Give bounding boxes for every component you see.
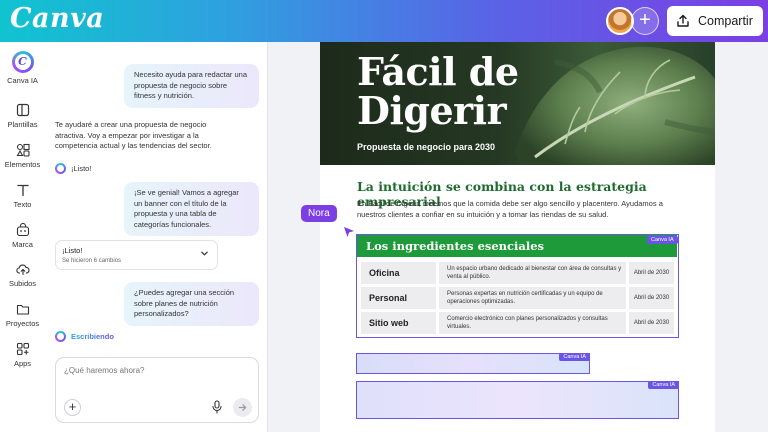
status-title: ¡Listo! [62, 246, 83, 255]
assistant-message-1: Te ayudaré a crear una propuesta de nego… [55, 120, 212, 150]
canva-ia-icon: C [11, 51, 34, 73]
templates-icon [16, 103, 29, 117]
row-description: Comercio electrónico con planes personal… [439, 312, 626, 334]
user-avatar[interactable] [606, 7, 634, 35]
table-row: Oficina Un espacio urbano dedicado al bi… [361, 262, 674, 284]
rail-item-elements[interactable]: Elementos [0, 143, 45, 169]
left-rail: C Canva IA Plantillas Elementos Texto Ma… [0, 42, 45, 432]
brand-icon [16, 223, 29, 237]
canva-ia-icon [55, 163, 66, 174]
apps-icon [16, 342, 29, 356]
user-message-2: ¡Se ve genial! Vamos a agregar un banner… [124, 182, 259, 236]
text-icon [16, 184, 29, 197]
hero-banner[interactable]: Fácil de Digerir Propuesta de negocio pa… [320, 42, 715, 165]
table-header: Los ingredientes esenciales [357, 235, 677, 257]
user-message-3: ¿Puedes agregar una sección sobre planes… [124, 282, 259, 326]
rail-label-brand: Marca [12, 240, 33, 249]
section-body[interactable]: En Fácil de Digerir, creemos que la comi… [357, 199, 677, 220]
rail-item-projects[interactable]: Proyectos [0, 302, 45, 328]
share-icon [677, 14, 689, 27]
rail-item-templates[interactable]: Plantillas [0, 103, 45, 129]
rail-item-brand[interactable]: Marca [0, 223, 45, 249]
assistant-writing: Escribiendo [55, 331, 114, 342]
rail-label-uploads: Subidos [8, 279, 37, 288]
row-description: Personas expertas en nutrición certifica… [439, 287, 626, 309]
row-description: Un espacio urbano dedicado al bienestar … [439, 262, 626, 284]
document-page[interactable]: Fácil de Digerir Propuesta de negocio pa… [320, 42, 715, 432]
table-title: Los ingredientes esenciales [366, 239, 545, 253]
assistant-chat-panel: Necesito ayuda para redactar una propues… [45, 42, 268, 432]
folder-icon [16, 304, 29, 315]
rail-item-apps[interactable]: Apps [0, 342, 45, 368]
changes-status-card[interactable]: ¡Listo! Se hicieron 6 cambios [55, 240, 218, 270]
rail-label-templates: Plantillas [7, 120, 38, 129]
row-name: Sitio web [361, 312, 436, 334]
rail-item-canva-ia[interactable]: C Canva IA [0, 51, 45, 85]
add-collaborator-button[interactable]: + [631, 7, 659, 35]
row-date: Abril de 2030 [629, 312, 674, 334]
arrow-right-icon [238, 404, 247, 411]
canva-logo[interactable]: Canva [10, 3, 104, 34]
assistant-done-label: ¡Listo! [71, 164, 92, 173]
collaborator-name-tag: Nora [301, 205, 337, 222]
row-name: Oficina [361, 262, 436, 284]
rail-label-text: Texto [13, 200, 32, 209]
table-row: Personal Personas expertas en nutrición … [361, 287, 674, 309]
hero-title-line-1: Fácil de [357, 49, 519, 94]
rail-label-elements: Elementos [4, 160, 41, 169]
rail-label-apps: Apps [13, 359, 32, 368]
generating-placeholder-1[interactable]: Canva IA [356, 353, 590, 374]
row-date: Abril de 2030 [629, 287, 674, 309]
generating-placeholder-2[interactable]: Canva IA [356, 381, 679, 419]
hero-title-line-2: Digerir [357, 88, 507, 133]
share-label: Compartir [698, 14, 753, 28]
canva-ia-tag: Canva IA [559, 353, 590, 361]
row-date: Abril de 2030 [629, 262, 674, 284]
message-composer: + [55, 357, 259, 423]
chevron-down-icon [201, 251, 208, 256]
hero-subtitle[interactable]: Propuesta de negocio para 2030 [357, 142, 495, 152]
microphone-icon[interactable] [211, 400, 223, 414]
row-name: Personal [361, 287, 436, 309]
kale-leaf-image [515, 46, 715, 165]
rail-item-text[interactable]: Texto [0, 183, 45, 209]
canva-ia-tag: Canva IA [647, 236, 678, 244]
add-attachment-button[interactable]: + [64, 399, 81, 416]
prompt-input[interactable] [64, 366, 244, 375]
collaborator-cursor-icon [344, 227, 354, 237]
canva-ia-icon [55, 331, 66, 342]
rail-label-canva-ia: Canva IA [7, 76, 38, 85]
ingredients-table[interactable]: Los ingredientes esenciales Canva IA Ofi… [356, 234, 679, 338]
send-button[interactable] [233, 398, 252, 417]
hero-title[interactable]: Fácil de Digerir [357, 52, 519, 130]
status-subtitle: Se hicieron 6 cambios [62, 258, 122, 264]
cloud-upload-icon [15, 264, 30, 276]
assistant-done-1: ¡Listo! [55, 163, 91, 174]
writing-indicator: Escribiendo [71, 332, 114, 341]
table-row: Sitio web Comercio electrónico con plane… [361, 312, 674, 334]
canva-ia-tag: Canva IA [648, 381, 679, 389]
top-bar: Canva + Compartir [0, 0, 768, 42]
rail-label-projects: Proyectos [5, 319, 40, 328]
elements-icon [16, 143, 30, 157]
share-button[interactable]: Compartir [667, 6, 763, 36]
user-message-1: Necesito ayuda para redactar una propues… [124, 64, 259, 108]
rail-item-uploads[interactable]: Subidos [0, 262, 45, 288]
